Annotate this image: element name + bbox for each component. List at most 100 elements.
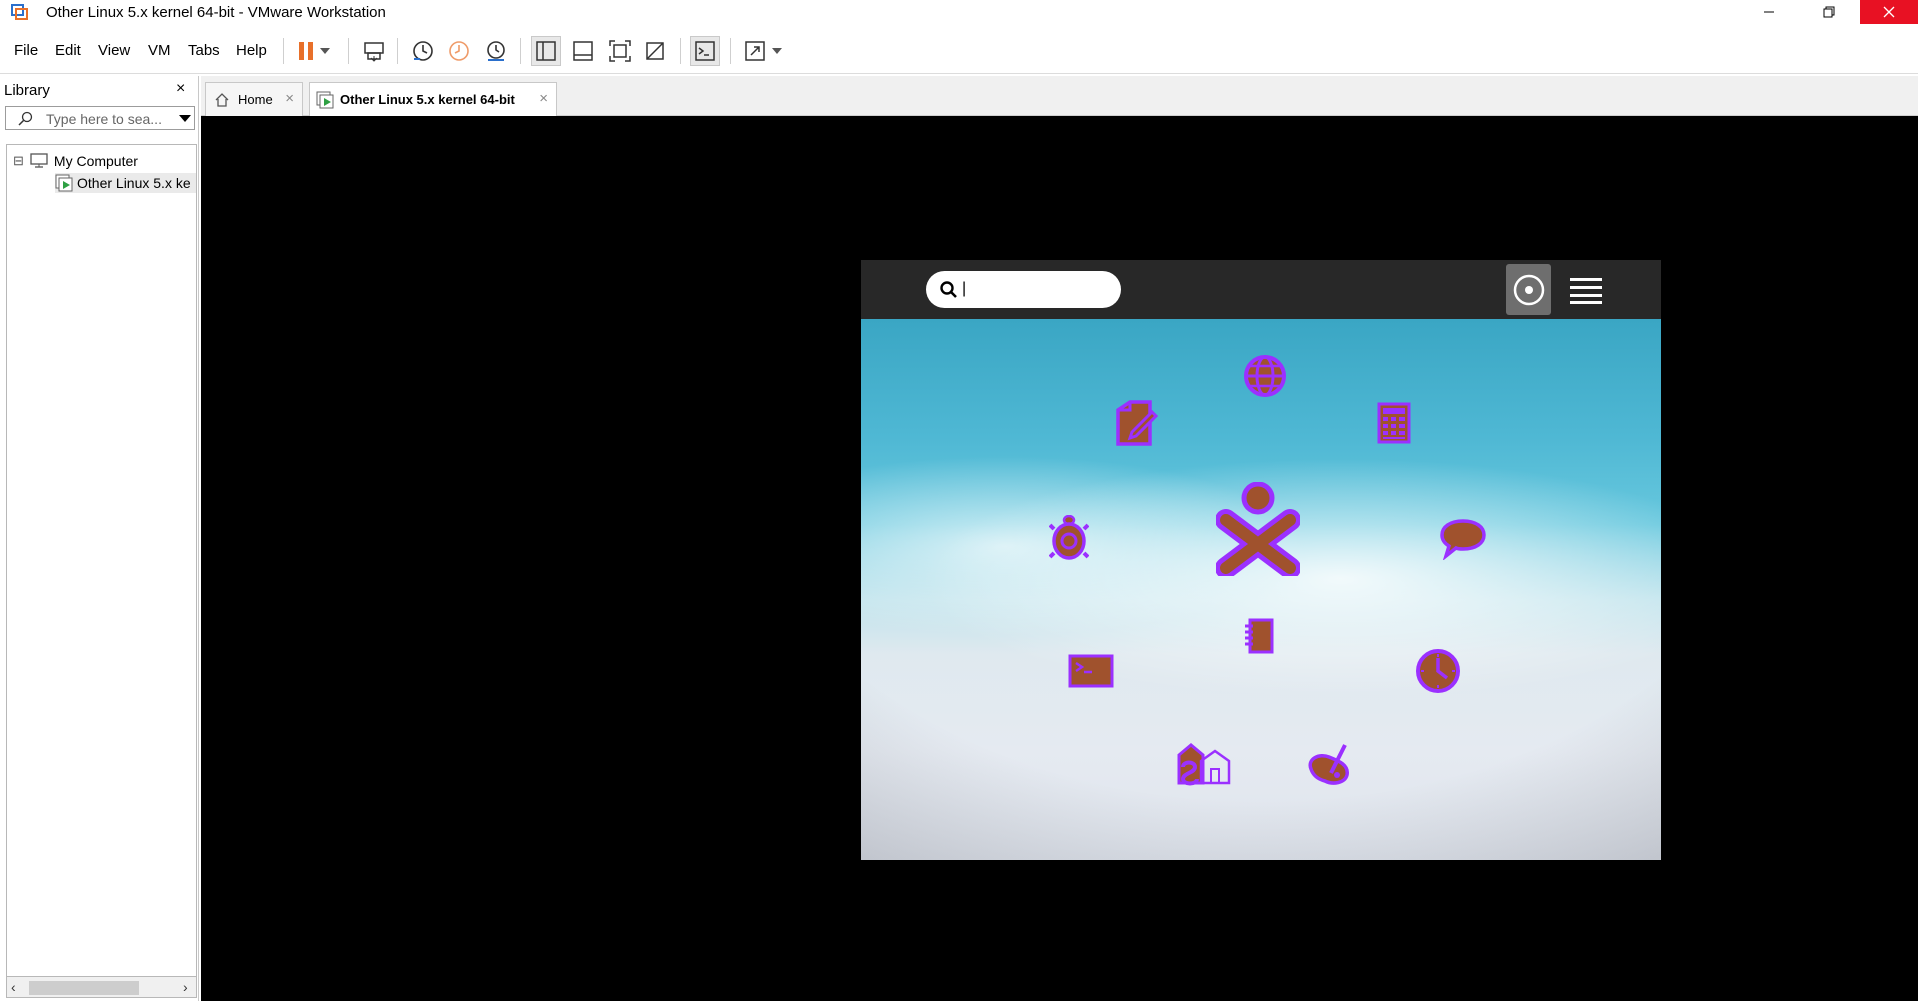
- guest-display[interactable]: [861, 260, 1661, 860]
- unity-icon: [646, 42, 664, 60]
- calculate-activity[interactable]: [1370, 399, 1418, 447]
- home-icon: [215, 92, 229, 107]
- collapse-toggle-icon[interactable]: ⊟: [13, 153, 24, 169]
- fullscreen-button[interactable]: [605, 36, 635, 66]
- show-thumbnail-bar-icon: [573, 41, 593, 61]
- vmware-logo-icon: [11, 4, 28, 20]
- tab-bar: Home × Other Linux 5.x kernel 64-bit ×: [201, 76, 1918, 116]
- calculate-icon: [1377, 402, 1411, 444]
- stretch-guest-icon: [745, 41, 765, 61]
- power-dropdown[interactable]: [316, 36, 334, 66]
- paint-activity[interactable]: [1305, 739, 1353, 787]
- library-search-input[interactable]: [46, 110, 176, 127]
- show-library-icon: [536, 41, 556, 61]
- clock-activity[interactable]: [1414, 647, 1462, 695]
- journal-activity[interactable]: [1235, 612, 1283, 660]
- restore-button[interactable]: [1800, 0, 1858, 24]
- pause-icon: [299, 42, 313, 60]
- write-activity[interactable]: [1111, 399, 1159, 447]
- toolbar-separator: [520, 38, 521, 64]
- guest-top-frame: [861, 260, 1661, 319]
- restore-icon: [1823, 6, 1835, 18]
- vm-console[interactable]: [201, 116, 1918, 1001]
- search-dropdown-arrow-icon[interactable]: [179, 115, 191, 122]
- journal-icon: [1245, 618, 1274, 654]
- toolbar-separator: [348, 38, 349, 64]
- turtle-art-activity[interactable]: [1045, 515, 1093, 563]
- home-view-icon: [1513, 274, 1544, 305]
- tab-home[interactable]: Home ×: [205, 82, 303, 116]
- guest-search-box[interactable]: [926, 271, 1121, 308]
- menu-edit[interactable]: Edit: [55, 42, 81, 59]
- snapshot-manager-button[interactable]: [481, 36, 511, 66]
- tab-close-icon[interactable]: ×: [539, 90, 548, 107]
- library-close-button[interactable]: ×: [176, 80, 185, 98]
- revert-snapshot-button[interactable]: [444, 36, 474, 66]
- vm-running-icon: [55, 174, 73, 192]
- console-view-button[interactable]: [690, 36, 720, 66]
- menu-help[interactable]: Help: [236, 42, 267, 59]
- window-title: Other Linux 5.x kernel 64-bit - VMware W…: [46, 4, 386, 21]
- close-window-button[interactable]: [1860, 0, 1918, 24]
- xo-owner-button[interactable]: [1213, 481, 1303, 577]
- school-server-activity[interactable]: [1175, 739, 1231, 787]
- turtle-art-icon: [1049, 515, 1089, 560]
- toolbar-separator: [397, 38, 398, 64]
- show-thumbnail-bar-button[interactable]: [568, 36, 598, 66]
- menu-view[interactable]: View: [98, 42, 130, 59]
- tree-item-label: Other Linux 5.x ke: [77, 175, 191, 191]
- show-library-button[interactable]: [531, 36, 561, 66]
- tab-label: Home: [238, 92, 273, 107]
- terminal-icon: [1068, 654, 1114, 688]
- write-icon: [1116, 400, 1158, 446]
- menu-toolbar: File Edit View VM Tabs Help: [0, 28, 1918, 74]
- send-ctrl-alt-del-icon: [364, 42, 384, 62]
- menu-tabs[interactable]: Tabs: [188, 42, 220, 59]
- title-bar: Other Linux 5.x kernel 64-bit - VMware W…: [0, 0, 1918, 24]
- chat-activity[interactable]: [1439, 515, 1487, 563]
- library-panel: Library × ⊟ My Computer Other Linux 5.x …: [0, 76, 199, 1001]
- paint-icon: [1308, 744, 1349, 785]
- scroll-left-icon[interactable]: ‹: [11, 979, 16, 995]
- clock-icon: [1416, 649, 1460, 693]
- search-icon: [940, 281, 957, 298]
- take-snapshot-button[interactable]: [408, 36, 438, 66]
- tab-vm[interactable]: Other Linux 5.x kernel 64-bit ×: [309, 82, 557, 116]
- vm-running-icon: [316, 91, 334, 108]
- toolbar-separator: [283, 38, 284, 64]
- tab-close-icon[interactable]: ×: [285, 90, 294, 107]
- minimize-icon: [1764, 11, 1774, 13]
- list-view-button[interactable]: [1563, 264, 1608, 315]
- home-view-button[interactable]: [1506, 264, 1551, 315]
- scroll-right-icon[interactable]: ›: [183, 979, 188, 995]
- browse-icon: [1244, 355, 1286, 397]
- unity-button[interactable]: [640, 36, 670, 66]
- browse-activity[interactable]: [1241, 352, 1289, 400]
- minimize-button[interactable]: [1740, 0, 1798, 24]
- menu-vm[interactable]: VM: [148, 42, 171, 59]
- search-icon: [18, 111, 33, 126]
- library-horizontal-scrollbar[interactable]: ‹ ›: [6, 976, 197, 998]
- list-view-icon: [1569, 277, 1602, 304]
- chat-icon: [1440, 519, 1486, 560]
- stretch-guest-button[interactable]: [740, 36, 770, 66]
- tree-item-label: My Computer: [53, 153, 138, 169]
- stretch-dropdown[interactable]: [768, 36, 786, 66]
- computer-icon: [30, 153, 48, 168]
- tree-item-my-computer[interactable]: ⊟ My Computer: [13, 151, 138, 171]
- terminal-activity[interactable]: [1067, 647, 1115, 695]
- send-ctrl-alt-del-button[interactable]: [359, 36, 389, 66]
- snapshot-take-icon: [413, 41, 433, 61]
- library-search-box[interactable]: [5, 106, 195, 130]
- guest-search-input[interactable]: [962, 280, 1112, 298]
- tab-label: Other Linux 5.x kernel 64-bit: [340, 92, 515, 107]
- library-title: Library: [4, 82, 50, 99]
- toolbar-separator: [680, 38, 681, 64]
- school-server-icon: [1177, 743, 1231, 786]
- menu-file[interactable]: File: [14, 42, 38, 59]
- tree-item-vm[interactable]: Other Linux 5.x ke: [55, 173, 196, 193]
- library-tree: ⊟ My Computer Other Linux 5.x ke: [6, 144, 197, 994]
- xo-owner-icon: [1216, 482, 1300, 576]
- guest-desktop: [861, 319, 1661, 860]
- scrollbar-thumb[interactable]: [29, 981, 139, 995]
